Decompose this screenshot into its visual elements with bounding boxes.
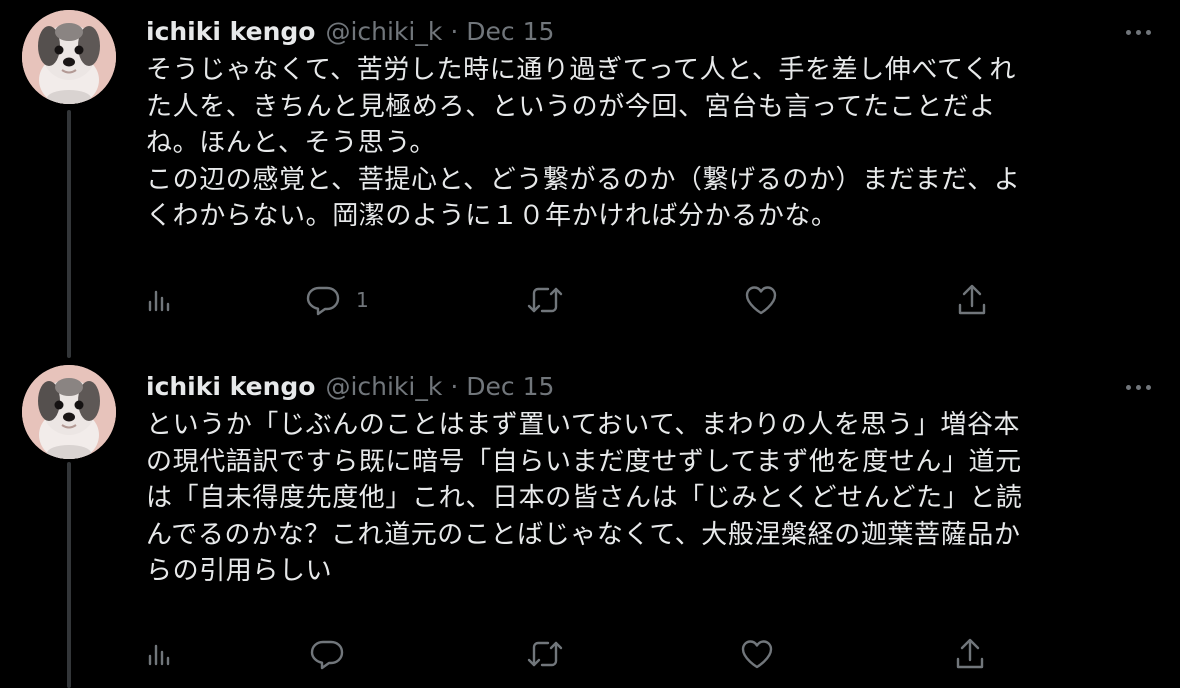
views-button[interactable]: [146, 634, 174, 674]
tweet-header: ichiki kengo @ichiki_k · Dec 15: [146, 369, 554, 403]
bar-chart-icon: [148, 644, 170, 666]
display-name[interactable]: ichiki kengo: [146, 372, 315, 401]
reply-button[interactable]: [310, 634, 360, 674]
tweet-text-line: この辺の感覚と、菩提心と、どう繋がるのか（繋げるのか）まだまだ、よ: [146, 164, 1021, 195]
tweet-text-line: というか「じぶんのことはまず置いておいて、まわりの人を思う」増谷本: [146, 410, 1021, 440]
retweet-icon: [527, 287, 563, 313]
tweet-text-line: んでるのかな？これ道元のことばじゃなくて、大般涅槃経の迦葉菩薩品か: [146, 519, 1021, 550]
tweet-text-line: くわからない。岡潔のように１０年かければ分かるかな。: [146, 201, 838, 232]
heart-icon: [745, 286, 777, 315]
share-upload-icon: [958, 284, 986, 315]
tweet[interactable]: ichiki kengo @ichiki_k · Dec 15 というか「じぶん…: [0, 355, 1180, 688]
tweet-header: ichiki kengo @ichiki_k · Dec 15: [146, 14, 554, 48]
more-options-button[interactable]: [1118, 375, 1158, 399]
user-handle[interactable]: @ichiki_k: [325, 17, 442, 46]
dog-avatar-image: [22, 10, 116, 104]
tweet-text-line: は「自未得度先度他」これ、日本の皆さんは「じみとくどせんどた」と読: [146, 483, 1023, 514]
tweet-text-line: た人を、きちんと見極めろ、というのが今回、宮台も言ってたことだよ: [146, 91, 996, 122]
bar-chart-icon: [148, 290, 170, 312]
share-button[interactable]: [956, 280, 988, 320]
speech-bubble-icon: [306, 286, 340, 316]
tweet-text: そうじゃなくて、苦労した時に通り過ぎてって人と、手を差し伸べてくれ た人を、きち…: [146, 52, 1156, 235]
heart-icon: [741, 640, 773, 669]
tweet-text: というか「じぶんのことはまず置いておいて、まわりの人を思う」増谷本 の現代語訳で…: [146, 407, 1156, 590]
tweet[interactable]: ichiki kengo @ichiki_k · Dec 15 そうじゃなくて、…: [0, 0, 1180, 355]
ellipsis-icon: [1125, 29, 1131, 35]
avatar[interactable]: [22, 10, 116, 104]
separator-dot: ·: [450, 371, 459, 401]
reply-count: 1: [356, 288, 369, 312]
ellipsis-icon: [1125, 384, 1131, 390]
dog-avatar-image: [22, 365, 116, 459]
share-button[interactable]: [954, 634, 986, 674]
avatar[interactable]: [22, 365, 116, 459]
views-button[interactable]: [146, 280, 174, 320]
retweet-button[interactable]: [526, 634, 564, 674]
tweet-text-line: らの引用らしい: [146, 556, 333, 587]
tweet-date[interactable]: Dec 15: [466, 17, 554, 46]
share-upload-icon: [956, 638, 984, 669]
like-button[interactable]: [744, 280, 778, 320]
tweet-text-line: の現代語訳ですら既に暗号「自らいまだ度せずしてまず他を度せん」道元: [146, 446, 1022, 477]
reply-button[interactable]: 1: [306, 280, 369, 320]
retweet-button[interactable]: [526, 280, 564, 320]
like-button[interactable]: [740, 634, 774, 674]
tweet-date[interactable]: Dec 15: [466, 372, 554, 401]
tweet-text-line: ね。ほんと、そう思う。: [146, 128, 437, 159]
tweet-actions: [0, 634, 1180, 674]
tweet-actions: 1: [0, 280, 1180, 320]
speech-bubble-icon: [310, 640, 344, 670]
more-options-button[interactable]: [1118, 20, 1158, 44]
user-handle[interactable]: @ichiki_k: [325, 372, 442, 401]
separator-dot: ·: [450, 16, 459, 46]
retweet-icon: [527, 641, 563, 667]
tweet-text-line: そうじゃなくて、苦労した時に通り過ぎてって人と、手を差し伸べてくれ: [146, 55, 1017, 85]
display-name[interactable]: ichiki kengo: [146, 17, 315, 46]
